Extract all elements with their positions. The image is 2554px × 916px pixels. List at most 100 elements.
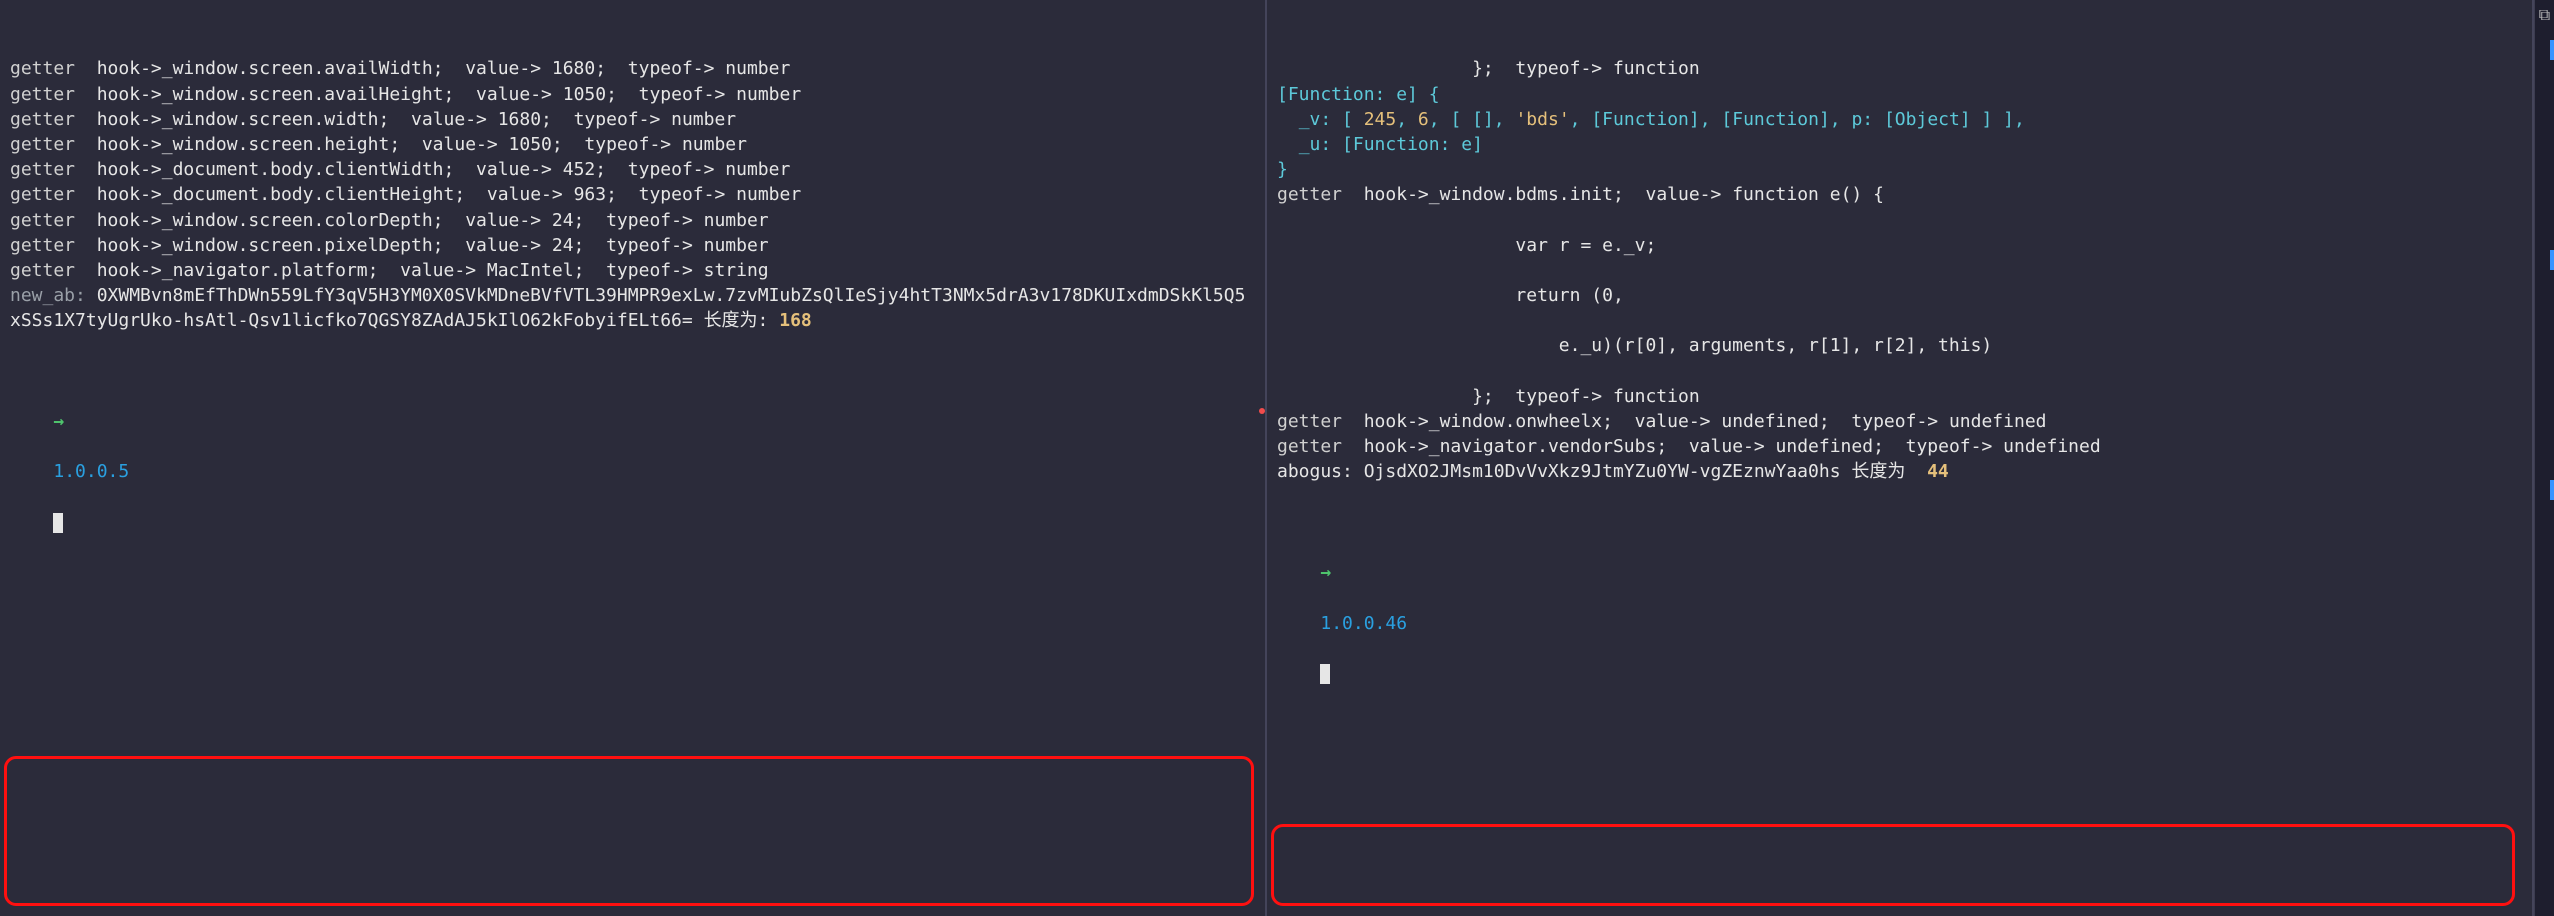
console-token: var r = e._v;: [1277, 235, 1656, 256]
console-token: new_ab:: [10, 285, 97, 306]
console-token: 'bds': [1515, 109, 1569, 130]
console-token: [454, 84, 476, 105]
terminal-pane-right[interactable]: }; typeof-> function[Function: e] { _v: …: [1267, 0, 2534, 916]
console-token: [563, 134, 585, 155]
prompt-arrow-icon: →: [1320, 562, 1331, 583]
console-line: getter hook->_window.screen.availWidth; …: [10, 56, 1255, 81]
console-token: OjsdXO2JMsm10DvVvXkz9JtmYZu0YW-vgZEznwYa…: [1364, 461, 1852, 482]
highlight-box-right: [1271, 824, 2515, 906]
console-token: value-> 452;: [476, 159, 606, 180]
console-line: getter hook->_window.screen.width; value…: [10, 107, 1255, 132]
console-token: [1830, 411, 1852, 432]
console-line: getter hook->_window.bdms.init; value-> …: [1277, 182, 2522, 207]
terminal-output-right: }; typeof-> function[Function: e] { _v: …: [1277, 56, 2522, 484]
terminal-prompt-left[interactable]: → 1.0.0.5: [10, 384, 1255, 560]
console-line: getter hook->_window.screen.colorDepth; …: [10, 208, 1255, 233]
console-token: [552, 109, 574, 130]
console-line: return (0,: [1277, 283, 2522, 308]
terminal-pane-left[interactable]: getter hook->_window.screen.availWidth; …: [0, 0, 1267, 916]
prompt-host: 1.0.0.5: [53, 461, 129, 482]
console-token: value-> undefined;: [1689, 436, 1884, 457]
console-token: [75, 235, 97, 256]
console-token: typeof-> number: [606, 235, 769, 256]
console-token: [75, 184, 97, 205]
prompt-arrow-icon: →: [53, 411, 64, 432]
console-token: typeof-> number: [584, 134, 747, 155]
panel-toggle-icon[interactable]: ⧉: [2535, 0, 2554, 26]
console-token: typeof-> number: [574, 109, 737, 130]
highlight-box-left: [4, 756, 1254, 906]
console-token: hook->_window.onwheelx;: [1364, 411, 1613, 432]
console-token: [606, 159, 628, 180]
console-line: getter hook->_window.screen.pixelDepth; …: [10, 233, 1255, 258]
console-token: 0XWMBvn8mEfThDWn559LfY3qV5H3YM0X0SVkMDne…: [10, 285, 1245, 331]
console-token: hook->_window.screen.availHeight;: [97, 84, 455, 105]
console-line: [Function: e] {: [1277, 82, 2522, 107]
console-token: , [ [],: [1429, 109, 1516, 130]
console-token: typeof-> number: [628, 159, 791, 180]
console-token: getter: [1277, 436, 1342, 457]
console-token: [75, 159, 97, 180]
console-token: [444, 58, 466, 79]
console-line: getter hook->_window.onwheelx; value-> u…: [1277, 409, 2522, 434]
console-token: typeof-> number: [606, 210, 769, 231]
console-token: getter: [10, 184, 75, 205]
console-token: , p:: [1830, 109, 1884, 130]
prompt-host: 1.0.0.46: [1320, 613, 1407, 634]
console-token: [1624, 184, 1646, 205]
console-line: getter hook->_document.body.clientWidth;…: [10, 157, 1255, 182]
scroll-marker-icon: [2550, 40, 2554, 60]
console-token: value-> 963;: [487, 184, 617, 205]
console-line: e._u)(r[0], arguments, r[1], r[2], this): [1277, 333, 2522, 358]
console-token: value-> 24;: [465, 235, 584, 256]
console-token: getter: [10, 84, 75, 105]
console-token: hook->_window.screen.width;: [97, 109, 390, 130]
console-token: [378, 260, 400, 281]
console-token: [1277, 260, 1288, 281]
console-token: ,: [1570, 109, 1592, 130]
console-token: getter: [10, 109, 75, 130]
console-line: getter hook->_navigator.vendorSubs; valu…: [1277, 434, 2522, 459]
console-token: [584, 210, 606, 231]
console-token: _u:: [1277, 134, 1342, 155]
console-token: e._u)(r[0], arguments, r[1], r[2], this): [1277, 335, 1992, 356]
console-line: new_ab: 0XWMBvn8mEfThDWn559LfY3qV5H3YM0X…: [10, 283, 1255, 333]
console-token: typeof-> string: [606, 260, 769, 281]
console-token: value-> 1050;: [422, 134, 563, 155]
console-token: value-> function e() {: [1646, 184, 1884, 205]
console-token: }: [1277, 159, 1288, 180]
console-token: hook->_navigator.platform;: [97, 260, 379, 281]
console-token: 长度为:: [704, 310, 780, 331]
console-token: [1342, 436, 1364, 457]
console-token: value-> 1680;: [411, 109, 552, 130]
console-token: value-> MacIntel;: [400, 260, 584, 281]
console-token: [389, 109, 411, 130]
console-token: [1277, 361, 1288, 382]
console-token: [1667, 436, 1689, 457]
console-token: ] ],: [1971, 109, 2025, 130]
console-token: [1342, 411, 1364, 432]
console-line: getter hook->_window.screen.availHeight;…: [10, 82, 1255, 107]
console-line: _v: [ 245, 6, [ [], 'bds', [Function], […: [1277, 107, 2522, 132]
console-token: [584, 260, 606, 281]
console-token: [75, 58, 97, 79]
console-token: [454, 159, 476, 180]
console-line: _u: [Function: e]: [1277, 132, 2522, 157]
console-token: _v: [: [1277, 109, 1364, 130]
cursor-icon: [53, 513, 63, 533]
console-token: typeof-> number: [639, 184, 802, 205]
console-line: }; typeof-> function: [1277, 56, 2522, 81]
console-token: typeof-> number: [639, 84, 802, 105]
console-token: 6: [1418, 109, 1429, 130]
console-token: getter: [10, 260, 75, 281]
console-token: hook->_document.body.clientWidth;: [97, 159, 455, 180]
terminal-prompt-right[interactable]: → 1.0.0.46: [1277, 535, 2522, 711]
console-token: getter: [10, 159, 75, 180]
console-token: [444, 235, 466, 256]
console-line: var r = e._v;: [1277, 233, 2522, 258]
console-token: 168: [779, 310, 812, 331]
console-token: 长度为: [1851, 461, 1927, 482]
console-token: [75, 260, 97, 281]
console-token: hook->_window.screen.height;: [97, 134, 400, 155]
console-token: [1613, 411, 1635, 432]
